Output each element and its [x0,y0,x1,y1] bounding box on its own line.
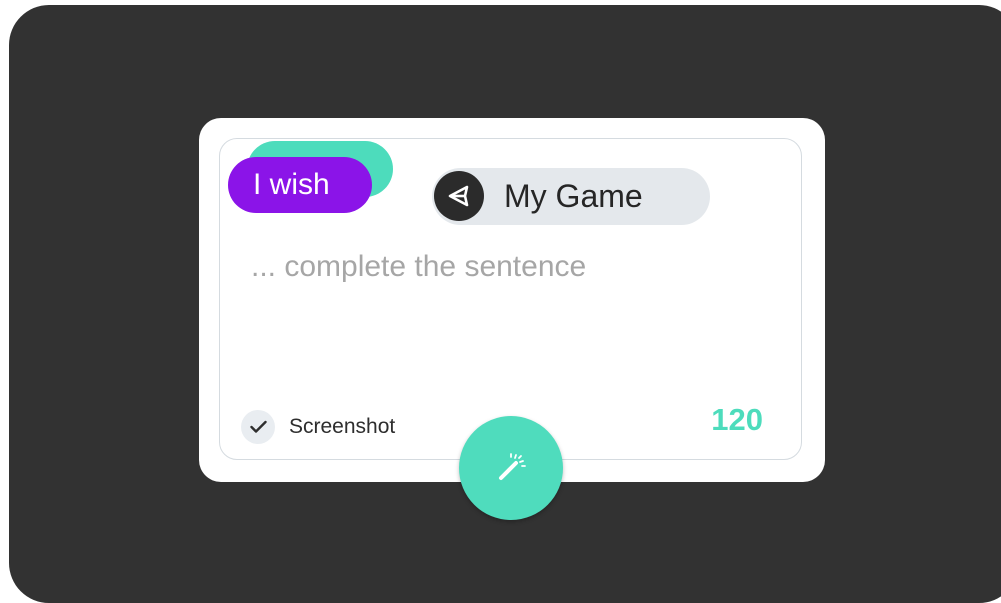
submit-button[interactable] [459,416,563,520]
tag-pill-i-wish[interactable]: I wish [228,157,372,213]
game-label: My Game [504,178,643,214]
unity-icon [434,171,484,221]
checkmark-icon[interactable] [241,410,275,444]
tag-selector[interactable]: I wish [228,141,398,213]
screenshot-label: Screenshot [289,415,396,438]
game-selector[interactable]: My Game [432,168,710,225]
character-count: 120 [711,402,763,437]
feedback-text-input[interactable]: ... complete the sentence [251,250,586,284]
